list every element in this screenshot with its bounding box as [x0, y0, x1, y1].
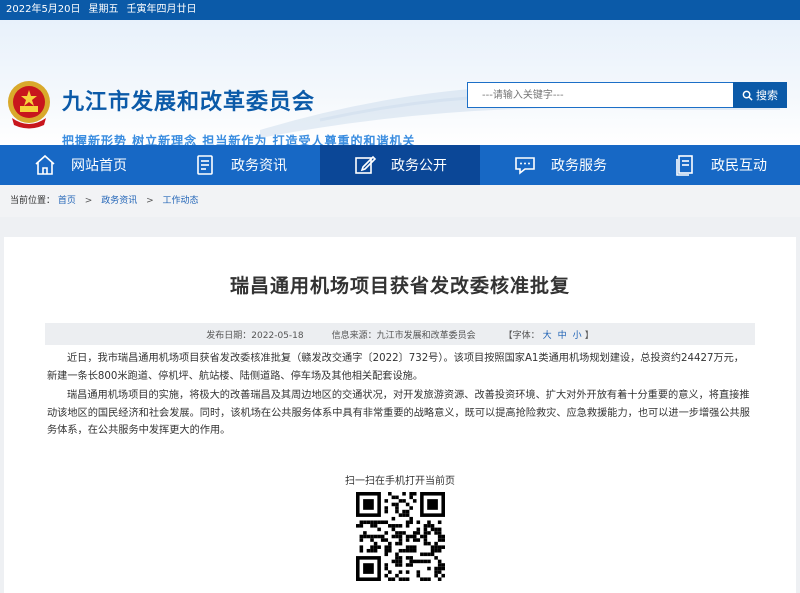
info-source: 信息来源：九江市发展和改革委员会: [331, 330, 476, 341]
home-icon: [35, 154, 55, 175]
nav-item-interaction[interactable]: 政民互动: [640, 145, 800, 185]
font-size-switcher: 【字体：大中小】: [504, 328, 594, 341]
nav-item-open-gov[interactable]: 政务公开: [320, 145, 480, 185]
site-slogan: 把握新形势 树立新理念 担当新作为 打造受人尊重的和谐机关: [62, 134, 416, 145]
search-bar: 搜索: [467, 82, 787, 108]
breadcrumb-separator: >: [146, 196, 154, 206]
file-list-icon: [676, 155, 693, 176]
breadcrumb-separator: >: [84, 196, 93, 206]
publish-date: 发布日期：2022-05-18: [206, 330, 304, 341]
site-header: 九江市发展和改革委员会 把握新形势 树立新理念 担当新作为 打造受人尊重的和谐机…: [0, 20, 800, 145]
article-paragraph: 瑞昌通用机场项目的实施，将极大的改善瑞昌及其周边地区的交通状况，对开发旅游资源、…: [47, 390, 750, 436]
main-nav: 网站首页 政务资讯 政务公开 政务服务 政民互动: [0, 145, 800, 185]
article-paragraph: 近日，我市瑞昌通用机场项目获省发改委核准批复（赣发改交通字〔2022〕732号）…: [47, 353, 744, 382]
nav-label: 政民互动: [711, 158, 767, 174]
qr-section: 扫一扫在手机打开当前页: [4, 472, 796, 581]
lunar-date-text: 壬寅年四月廿日: [126, 4, 197, 15]
qr-code-image: [355, 492, 445, 581]
search-input[interactable]: [467, 82, 733, 108]
date-text: 2022年5月20日: [6, 4, 81, 15]
nav-item-news[interactable]: 政务资讯: [160, 145, 320, 185]
font-large-button[interactable]: 大: [543, 331, 552, 341]
font-size-prefix: 【字体：: [503, 330, 540, 341]
font-medium-button[interactable]: 中: [558, 331, 567, 341]
search-icon: [742, 90, 753, 101]
search-button-label: 搜索: [756, 89, 778, 102]
breadcrumb-prefix: 当前位置：: [10, 196, 56, 206]
article-body: 近日，我市瑞昌通用机场项目获省发改委核准批复（赣发改交通字〔2022〕732号）…: [47, 350, 753, 440]
breadcrumb-news-link[interactable]: 政务资讯: [101, 196, 137, 206]
chat-icon: [515, 157, 535, 175]
article-meta-bar: 发布日期：2022-05-18 信息来源：九江市发展和改革委员会 【字体：大中小…: [45, 323, 755, 345]
site-title: 九江市发展和改革委员会: [62, 90, 316, 115]
nav-label: 政务资讯: [231, 158, 287, 174]
breadcrumb-work-link[interactable]: 工作动态: [163, 196, 199, 206]
font-size-suffix: 】: [584, 330, 594, 341]
nav-label: 政务公开: [391, 158, 447, 174]
font-small-button[interactable]: 小: [573, 331, 582, 341]
breadcrumb-home-link[interactable]: 首页: [58, 196, 76, 206]
qr-label: 扫一扫在手机打开当前页: [345, 476, 455, 487]
nav-item-services[interactable]: 政务服务: [480, 145, 640, 185]
nav-label: 政务服务: [551, 158, 607, 174]
nav-label: 网站首页: [71, 158, 127, 174]
article-container: 瑞昌通用机场项目获省发改委核准批复 发布日期：2022-05-18 信息来源：九…: [4, 237, 796, 593]
breadcrumb: 当前位置： 首页 > 政务资讯 > 工作动态: [0, 185, 800, 217]
top-info-bar: 2022年5月20日 星期五 壬寅年四月廿日: [0, 0, 800, 20]
national-emblem-icon: [8, 81, 50, 129]
article-title: 瑞昌通用机场项目获省发改委核准批复: [229, 275, 570, 297]
search-button[interactable]: 搜索: [733, 82, 787, 108]
weekday-text: 星期五: [88, 4, 119, 15]
edit-icon: [355, 155, 377, 174]
document-icon: [197, 155, 213, 175]
nav-item-home[interactable]: 网站首页: [0, 145, 160, 185]
